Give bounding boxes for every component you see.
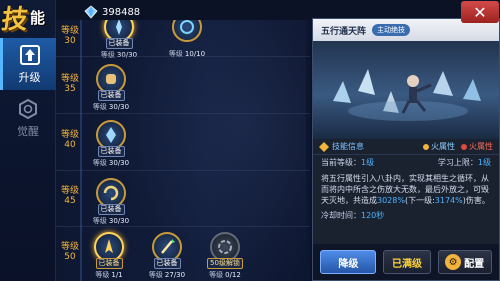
attribute-fire: 火属性: [423, 141, 455, 152]
row-divider: [56, 56, 310, 57]
level-tag: 等级 30: [60, 26, 79, 46]
skill-slot-locked[interactable]: 50级解锁 等级 0/12: [198, 232, 252, 280]
row-divider: [56, 113, 310, 114]
row-divider: [56, 170, 310, 171]
max-level-button[interactable]: 已满级: [382, 250, 431, 274]
row-divider: [56, 226, 310, 227]
attribute-fire: 火属性: [461, 141, 493, 152]
equipped-badge: 已装备: [97, 204, 125, 215]
level-tag: 等级 45: [60, 186, 79, 206]
skill-cooldown: 冷却时间：120秒: [321, 211, 385, 220]
close-icon: ✕: [473, 2, 487, 22]
unlock-level-badge: 50级解锁: [207, 258, 243, 269]
skill-type-badge: 主动绝技: [372, 24, 411, 36]
sidebar: 升级 觉醒: [0, 0, 56, 281]
equipped-badge: 已装备: [105, 38, 133, 49]
currency-bar: 398488: [84, 2, 140, 22]
skill-slot[interactable]: 已装备 等级 30/30: [84, 120, 138, 168]
diamond-count: 398488: [102, 6, 141, 18]
sidebar-item-upgrade[interactable]: 升级: [0, 38, 56, 90]
skill-description: 将五行属性引入八卦内，实现其相生之循环，从而将内中所含之伤放大无数，最后外放之，…: [321, 174, 490, 205]
page-title-big: 技: [0, 4, 30, 35]
skill-level: 等级 30/30: [92, 103, 130, 111]
skill-icon-wave: [172, 20, 202, 42]
info-diamond-icon: [319, 141, 329, 152]
sidebar-item-label: 升级: [18, 71, 41, 84]
skill-level: 等级 30/30: [100, 51, 138, 59]
skill-slot[interactable]: 已装备 等级 27/30: [140, 232, 194, 280]
skill-level: 等级 30/30: [92, 159, 130, 167]
sidebar-item-label: 觉醒: [17, 125, 39, 138]
equipped-badge: 已装备: [95, 258, 123, 269]
skill-slot[interactable]: 等级 10/10: [160, 20, 214, 59]
skill-info-title: 技能信息: [332, 142, 364, 151]
skill-name: 五行通天阵: [321, 26, 367, 37]
upgrade-icon: [18, 43, 42, 67]
fire-icon: [423, 143, 429, 150]
learn-limit: 学习上限：1级: [437, 158, 491, 167]
downgrade-button[interactable]: 降级: [320, 250, 377, 274]
hexagon-icon: [16, 97, 40, 121]
skill-level: 等级 27/30: [148, 271, 186, 279]
skill-level: 等级 1/1: [95, 271, 123, 279]
page-title-small: 能: [30, 8, 46, 27]
config-button[interactable]: ⚙ 配置: [437, 250, 492, 274]
skill-actions: 降级 已满级 ⚙ 配置: [313, 244, 499, 280]
level-tag: 等级 40: [60, 130, 79, 150]
skill-slot[interactable]: 已装备 等级 30/30: [84, 178, 138, 226]
skill-slot-selected[interactable]: 已装备 等级 1/1: [82, 232, 136, 280]
current-level: 当前等级：1级: [321, 158, 375, 167]
level-tag: 等级 50: [60, 242, 79, 262]
skill-preview-image: [313, 41, 499, 139]
sidebar-item-awaken[interactable]: 觉醒: [0, 92, 56, 144]
skill-detail-panel: ✕ 五行通天阵 主动绝技 技能信息 火属性 火属性 当前等级：1级 学习上限：1…: [312, 1, 500, 281]
skill-level: 等级 10/10: [168, 50, 206, 58]
diamond-icon: [84, 5, 98, 19]
config-label: 配置: [464, 258, 485, 270]
skill-list: 等级 30 已装备 等级 30/30 等级 10/10 等级 35 已装备 等级 30/3…: [56, 20, 310, 281]
skill-level: 等级 0/12: [209, 271, 241, 279]
level-tag: 等级 35: [60, 74, 79, 94]
skill-level: 等级 30/30: [92, 217, 130, 225]
skill-info-header: 技能信息 火属性 火属性: [313, 139, 499, 155]
equipped-badge: 已装备: [97, 90, 125, 101]
skill-slot[interactable]: 已装备 等级 30/30: [92, 20, 146, 60]
equipped-badge: 已装备: [153, 258, 181, 269]
fire-icon: [461, 143, 467, 150]
close-button[interactable]: ✕: [461, 1, 499, 23]
skill-slot[interactable]: 已装备 等级 30/30: [84, 64, 138, 112]
skill-stats: 当前等级：1级 学习上限：1级: [313, 155, 499, 170]
equipped-badge: 已装备: [97, 146, 125, 157]
gear-icon: ⚙: [445, 254, 462, 270]
